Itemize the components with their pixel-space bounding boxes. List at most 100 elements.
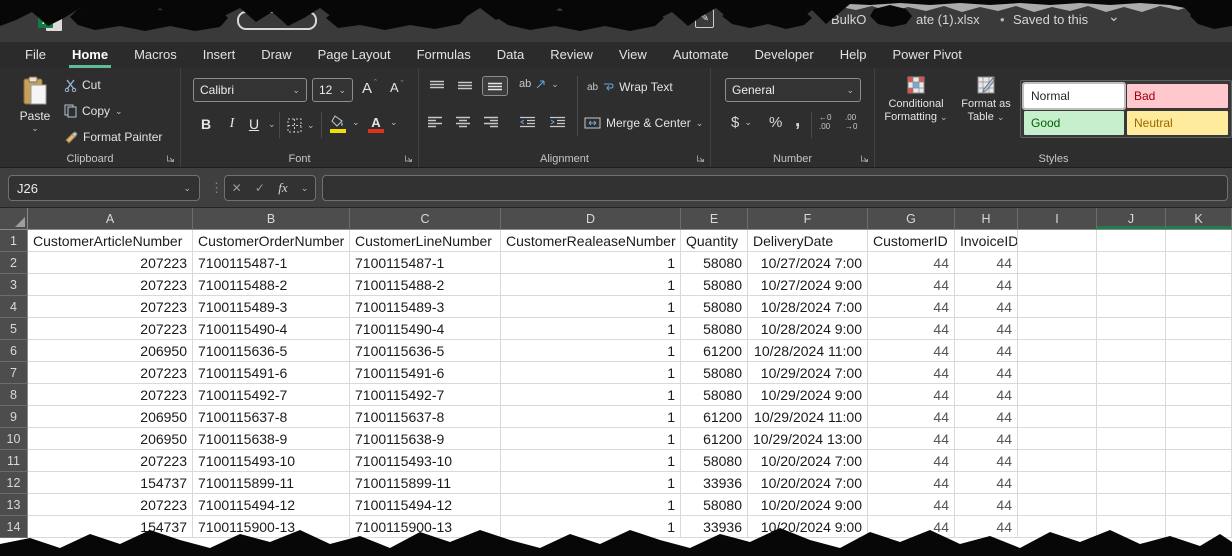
- cell-K1[interactable]: [1166, 230, 1232, 252]
- cell-I11[interactable]: [1018, 450, 1097, 472]
- cell-I1[interactable]: [1018, 230, 1097, 252]
- format-table-chevron-icon[interactable]: ⌄: [997, 112, 1005, 122]
- cell-B9[interactable]: 7100115637-8: [193, 406, 350, 428]
- italic-button[interactable]: I: [223, 116, 241, 132]
- borders-chevron-icon[interactable]: ⌄: [307, 120, 315, 131]
- cell-A12[interactable]: 154737: [28, 472, 193, 494]
- cell-K11[interactable]: [1166, 450, 1232, 472]
- cell-D4[interactable]: 1: [501, 296, 681, 318]
- cell-H13[interactable]: 44: [955, 494, 1018, 516]
- cell-D13[interactable]: 1: [501, 494, 681, 516]
- cell-G3[interactable]: 44: [868, 274, 955, 296]
- clipboard-dialog-launcher-icon[interactable]: [166, 154, 175, 163]
- format-as-table-button[interactable]: Format as Table ⌄: [953, 76, 1019, 124]
- title-chevron-down-icon[interactable]: ⌄: [1108, 8, 1120, 25]
- cell-I12[interactable]: [1018, 472, 1097, 494]
- tab-automate[interactable]: Automate: [660, 42, 742, 68]
- cell-K12[interactable]: [1166, 472, 1232, 494]
- align-left-button[interactable]: [427, 116, 443, 128]
- conditional-formatting-button[interactable]: Conditional Formatting ⌄: [883, 76, 949, 124]
- cell-I13[interactable]: [1018, 494, 1097, 516]
- cell-H10[interactable]: 44: [955, 428, 1018, 450]
- cell-G10[interactable]: 44: [868, 428, 955, 450]
- cell-E8[interactable]: 58080: [681, 384, 748, 406]
- cell-A2[interactable]: 207223: [28, 252, 193, 274]
- font-color-chevron-icon[interactable]: ⌄: [390, 117, 398, 128]
- cell-K5[interactable]: [1166, 318, 1232, 340]
- cell-E2[interactable]: 58080: [681, 252, 748, 274]
- cell-C13[interactable]: 7100115494-12: [350, 494, 501, 516]
- tab-data[interactable]: Data: [484, 42, 537, 68]
- cell-F13[interactable]: 10/20/2024 9:00: [748, 494, 868, 516]
- cell-H9[interactable]: 44: [955, 406, 1018, 428]
- cell-G13[interactable]: 44: [868, 494, 955, 516]
- cell-C7[interactable]: 7100115491-6: [350, 362, 501, 384]
- tab-view[interactable]: View: [606, 42, 660, 68]
- cell-K2[interactable]: [1166, 252, 1232, 274]
- column-header-D[interactable]: D: [501, 208, 681, 230]
- column-header-F[interactable]: F: [748, 208, 868, 230]
- cell-F9[interactable]: 10/29/2024 11:00: [748, 406, 868, 428]
- cell-D3[interactable]: 1: [501, 274, 681, 296]
- cell-D1[interactable]: CustomerRealeaseNumber: [501, 230, 681, 252]
- row-header-7[interactable]: 7: [0, 362, 28, 384]
- cell-I5[interactable]: [1018, 318, 1097, 340]
- cell-J3[interactable]: [1097, 274, 1166, 296]
- cell-C12[interactable]: 7100115899-11: [350, 472, 501, 494]
- increase-decimal-button[interactable]: ←0.00: [819, 113, 831, 131]
- cell-C5[interactable]: 7100115490-4: [350, 318, 501, 340]
- cell-I9[interactable]: [1018, 406, 1097, 428]
- increase-indent-button[interactable]: [549, 116, 566, 128]
- row-header-6[interactable]: 6: [0, 340, 28, 362]
- cell-A5[interactable]: 207223: [28, 318, 193, 340]
- cell-J5[interactable]: [1097, 318, 1166, 340]
- font-name-chevron-icon[interactable]: ⌄: [292, 85, 300, 96]
- cell-B10[interactable]: 7100115638-9: [193, 428, 350, 450]
- font-size-combobox[interactable]: 12 ⌄: [312, 78, 353, 102]
- increase-font-size-button[interactable]: Aˆ: [362, 80, 380, 97]
- cell-G9[interactable]: 44: [868, 406, 955, 428]
- font-name-combobox[interactable]: Calibri ⌄: [193, 78, 307, 102]
- comma-style-button[interactable]: ,: [795, 110, 800, 132]
- cell-E4[interactable]: 58080: [681, 296, 748, 318]
- cell-F11[interactable]: 10/20/2024 7:00: [748, 450, 868, 472]
- align-middle-button[interactable]: [457, 80, 473, 92]
- column-header-A[interactable]: A: [28, 208, 193, 230]
- row-header-5[interactable]: 5: [0, 318, 28, 340]
- row-header-13[interactable]: 13: [0, 494, 28, 516]
- cell-B6[interactable]: 7100115636-5: [193, 340, 350, 362]
- cell-C2[interactable]: 7100115487-1: [350, 252, 501, 274]
- cell-B3[interactable]: 7100115488-2: [193, 274, 350, 296]
- cell-I3[interactable]: [1018, 274, 1097, 296]
- cell-J8[interactable]: [1097, 384, 1166, 406]
- cell-A13[interactable]: 207223: [28, 494, 193, 516]
- percent-style-button[interactable]: %: [769, 114, 782, 131]
- cell-D5[interactable]: 1: [501, 318, 681, 340]
- cell-E5[interactable]: 58080: [681, 318, 748, 340]
- cell-K13[interactable]: [1166, 494, 1232, 516]
- row-header-1[interactable]: 1: [0, 230, 28, 252]
- saved-status[interactable]: Saved to this: [1013, 12, 1088, 27]
- column-header-K[interactable]: K: [1166, 208, 1232, 230]
- cell-D12[interactable]: 1: [501, 472, 681, 494]
- decrease-font-size-button[interactable]: Aˇ: [390, 80, 407, 95]
- cell-J9[interactable]: [1097, 406, 1166, 428]
- cell-C9[interactable]: 7100115637-8: [350, 406, 501, 428]
- cell-J12[interactable]: [1097, 472, 1166, 494]
- cell-G6[interactable]: 44: [868, 340, 955, 362]
- insert-function-button[interactable]: fx: [278, 180, 287, 196]
- enter-icon[interactable]: ✓: [255, 181, 265, 195]
- column-header-E[interactable]: E: [681, 208, 748, 230]
- cell-G11[interactable]: 44: [868, 450, 955, 472]
- cell-I7[interactable]: [1018, 362, 1097, 384]
- cell-G7[interactable]: 44: [868, 362, 955, 384]
- cell-E12[interactable]: 33936: [681, 472, 748, 494]
- tab-home[interactable]: Home: [59, 42, 121, 68]
- cell-B1[interactable]: CustomerOrderNumber: [193, 230, 350, 252]
- cell-J7[interactable]: [1097, 362, 1166, 384]
- paste-button[interactable]: Paste ⌄: [12, 76, 58, 134]
- cell-I2[interactable]: [1018, 252, 1097, 274]
- wrap-text-button[interactable]: ab Wrap Text: [587, 80, 673, 94]
- cell-E9[interactable]: 61200: [681, 406, 748, 428]
- cell-K3[interactable]: [1166, 274, 1232, 296]
